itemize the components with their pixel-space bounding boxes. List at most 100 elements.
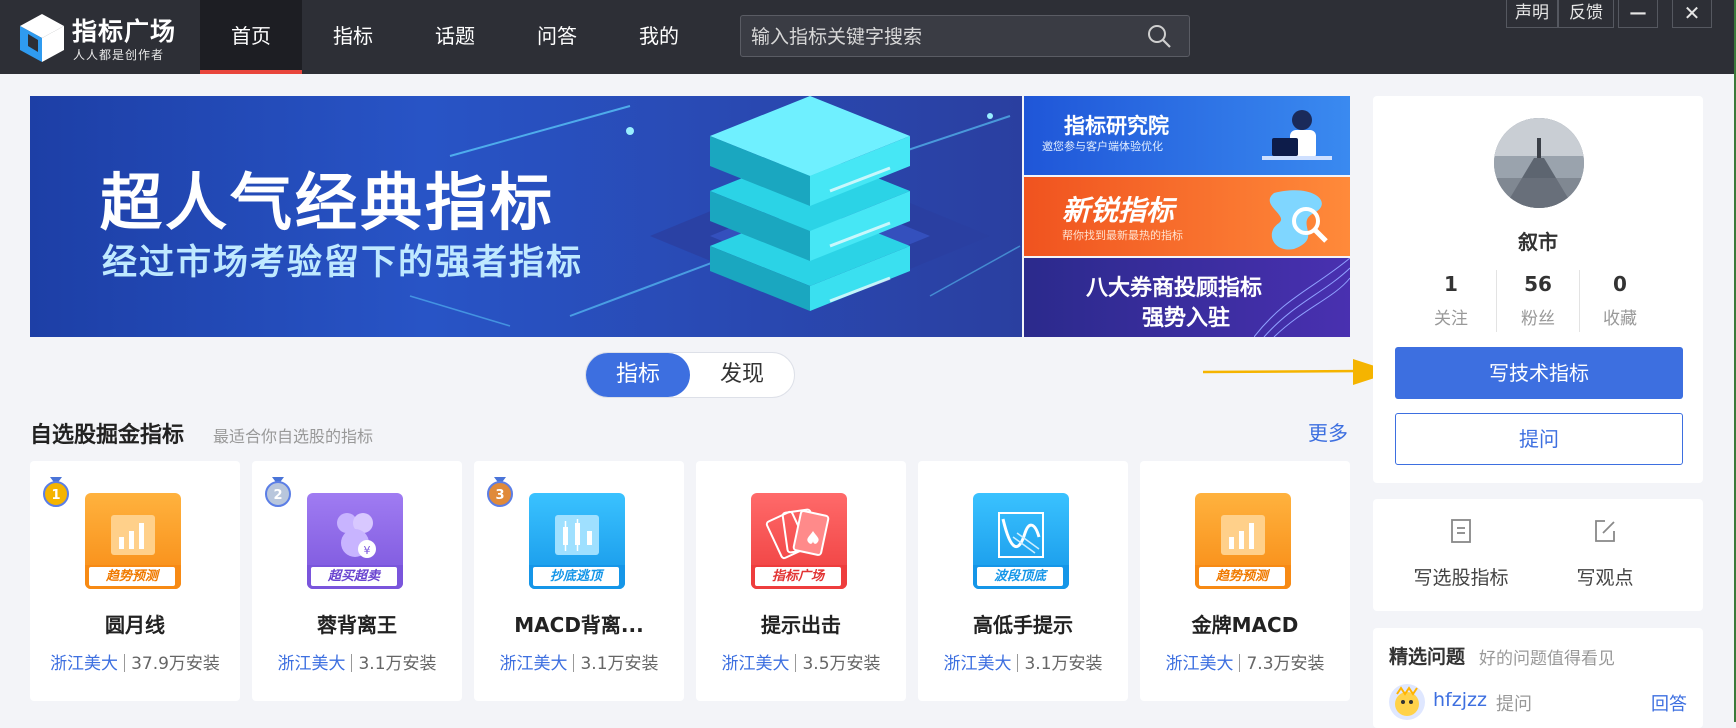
side-banner-new[interactable]: 新锐指标 帮你找到最新最热的指标 xyxy=(1024,177,1350,256)
write-stock-indicator-label: 写选股指标 xyxy=(1413,567,1509,589)
tab-discover[interactable]: 发现 xyxy=(690,353,794,397)
questions-title: 精选问题 xyxy=(1389,646,1466,668)
svg-text:3: 3 xyxy=(495,488,504,503)
logo-cube-icon xyxy=(18,12,66,64)
nav-home[interactable]: 首页 xyxy=(200,0,302,74)
answer-link[interactable]: 回答 xyxy=(1651,690,1687,716)
magnifier-illustration xyxy=(1269,190,1328,250)
indicator-card[interactable]: 3 抄底逃顶 MACD背离... 浙江美大 3.1万安装 xyxy=(474,461,684,701)
more-link[interactable]: 更多 xyxy=(1308,417,1348,446)
stat-following[interactable]: 1 关注 xyxy=(1416,272,1486,329)
card-tag: 趋势预测 xyxy=(1199,567,1285,586)
nav-indicators[interactable]: 指标 xyxy=(302,0,404,74)
user-name: 叙市 xyxy=(1518,230,1558,254)
write-stock-indicator-action[interactable]: 写选股指标 xyxy=(1391,517,1531,590)
stat-favorites-value: 0 xyxy=(1613,272,1627,296)
write-opinion-label: 写观点 xyxy=(1576,567,1634,589)
card-tag: 超买超卖 xyxy=(311,567,397,586)
section-description: 最适合你自选股的指标 xyxy=(213,427,374,446)
indicator-card[interactable]: 2 ¥ 超买超卖 蓉背离王 浙江美大 3.1万安装 xyxy=(252,461,462,701)
close-button[interactable]: ✕ xyxy=(1672,0,1712,28)
document-icon xyxy=(1451,519,1471,543)
silver-medal-icon: 2 xyxy=(265,477,291,507)
card-name: 提示出击 xyxy=(761,613,841,637)
researcher-illustration xyxy=(1262,110,1332,160)
search-input[interactable] xyxy=(749,16,1133,58)
tab-indicators[interactable]: 指标 xyxy=(586,353,690,397)
card-name: MACD背离... xyxy=(514,613,644,637)
ask-question-button[interactable]: 提问 xyxy=(1395,413,1683,465)
svg-text:1: 1 xyxy=(51,488,60,503)
card-name: 蓉背离王 xyxy=(317,613,397,637)
card-installs: 3.1万安装 xyxy=(358,654,437,674)
stat-divider xyxy=(1579,270,1580,332)
stat-following-value: 1 xyxy=(1444,272,1458,296)
card-author[interactable]: 浙江美大 xyxy=(721,654,789,674)
write-indicator-button[interactable]: 写技术指标 xyxy=(1395,347,1683,399)
stat-favorites-label: 收藏 xyxy=(1603,309,1637,329)
minimize-button[interactable]: — xyxy=(1618,0,1658,28)
stat-following-label: 关注 xyxy=(1434,309,1468,329)
stat-fans-label: 粉丝 xyxy=(1521,309,1555,329)
question-action: 提问 xyxy=(1496,694,1532,715)
card-tag: 指标广场 xyxy=(755,567,841,586)
indicator-cards: 1 趋势预测 圆月线 浙江美大 37.9万安装 2 ¥ 超买超卖 蓉背离王 浙江… xyxy=(30,461,1350,701)
card-installs: 3.1万安装 xyxy=(1024,654,1103,674)
write-opinion-action[interactable]: 写观点 xyxy=(1535,517,1675,590)
feedback-button[interactable]: 反馈 xyxy=(1558,0,1614,28)
card-tag: 抄底逃顶 xyxy=(533,567,619,586)
side-banner-brokers-title2: 强势入驻 xyxy=(1142,306,1231,331)
card-author[interactable]: 浙江美大 xyxy=(277,654,345,674)
card-installs: 7.3万安装 xyxy=(1246,654,1325,674)
indicator-card[interactable]: 1 趋势预测 圆月线 浙江美大 37.9万安装 xyxy=(30,461,240,701)
card-name: 高低手提示 xyxy=(973,613,1073,637)
card-tag: 趋势预测 xyxy=(89,567,175,586)
nav-qa[interactable]: 问答 xyxy=(506,0,608,74)
indicator-card[interactable]: 趋势预测 金牌MACD 浙江美大 7.3万安装 xyxy=(1140,461,1350,701)
indicator-card[interactable]: 波段顶底 高低手提示 浙江美大 3.1万安装 xyxy=(918,461,1128,701)
edit-icon xyxy=(1595,520,1615,542)
card-author[interactable]: 浙江美大 xyxy=(50,654,118,674)
top-bar: 指标广场 人人都是创作者 首页 指标 话题 问答 我的 声明 反馈 — ✕ xyxy=(0,0,1736,74)
question-user-avatar[interactable] xyxy=(1389,684,1425,720)
nav-mine[interactable]: 我的 xyxy=(608,0,710,74)
card-name: 圆月线 xyxy=(105,613,165,637)
main-nav: 首页 指标 话题 问答 我的 xyxy=(200,0,710,74)
side-banner-brokers-title: 八大券商投顾指标 xyxy=(1086,276,1263,301)
card-author[interactable]: 浙江美大 xyxy=(1165,654,1233,674)
statement-button[interactable]: 声明 xyxy=(1506,0,1558,28)
banner-title: 超人气经典指标 xyxy=(100,166,556,239)
svg-text:2: 2 xyxy=(273,488,282,503)
card-tag: 波段顶底 xyxy=(977,567,1063,586)
indicator-card[interactable]: 指标广场 提示出击 浙江美大 3.5万安装 xyxy=(696,461,906,701)
search-box xyxy=(740,15,1190,58)
card-installs: 3.5万安装 xyxy=(802,654,881,674)
logo-title: 指标广场 xyxy=(72,17,177,46)
bronze-medal-icon: 3 xyxy=(487,477,513,507)
featured-questions: 精选问题 好的问题值得看见 hfzjzz 提问 回答 xyxy=(1373,628,1703,728)
side-banner-research[interactable]: 指标研究院 邀您参与客户端体验优化 xyxy=(1024,96,1350,175)
avatar[interactable] xyxy=(1494,118,1584,208)
question-user-name[interactable]: hfzjzz xyxy=(1433,689,1487,711)
main-banner[interactable]: 超人气经典指标 经过市场考验留下的强者指标 xyxy=(30,96,1022,337)
pointer-arrow-icon xyxy=(1203,359,1393,385)
wave-lines-decoration xyxy=(1254,258,1350,337)
stat-fans[interactable]: 56 粉丝 xyxy=(1503,272,1573,329)
stat-favorites[interactable]: 0 收藏 xyxy=(1585,272,1655,329)
section-title: 自选股掘金指标 xyxy=(30,423,185,448)
card-author[interactable]: 浙江美大 xyxy=(943,654,1011,674)
questions-description: 好的问题值得看见 xyxy=(1479,649,1615,669)
side-banner-new-title: 新锐指标 xyxy=(1062,194,1175,227)
indicator-discover-toggle: 指标 发现 xyxy=(585,352,795,398)
side-banner-brokers[interactable]: 八大券商投顾指标 强势入驻 xyxy=(1024,258,1350,337)
banner-subtitle: 经过市场考验留下的强者指标 xyxy=(102,243,584,283)
side-banner-research-title: 指标研究院 xyxy=(1064,114,1169,138)
search-icon[interactable] xyxy=(1147,24,1171,48)
card-name: 金牌MACD xyxy=(1191,613,1299,637)
stat-fans-value: 56 xyxy=(1524,272,1552,296)
nav-topics[interactable]: 话题 xyxy=(404,0,506,74)
profile-card: 叙市 1 关注 56 粉丝 0 收藏 写技术指标 提问 xyxy=(1373,96,1703,483)
card-author[interactable]: 浙江美大 xyxy=(499,654,567,674)
gold-medal-icon: 1 xyxy=(43,477,69,507)
svg-text:¥: ¥ xyxy=(364,544,371,557)
